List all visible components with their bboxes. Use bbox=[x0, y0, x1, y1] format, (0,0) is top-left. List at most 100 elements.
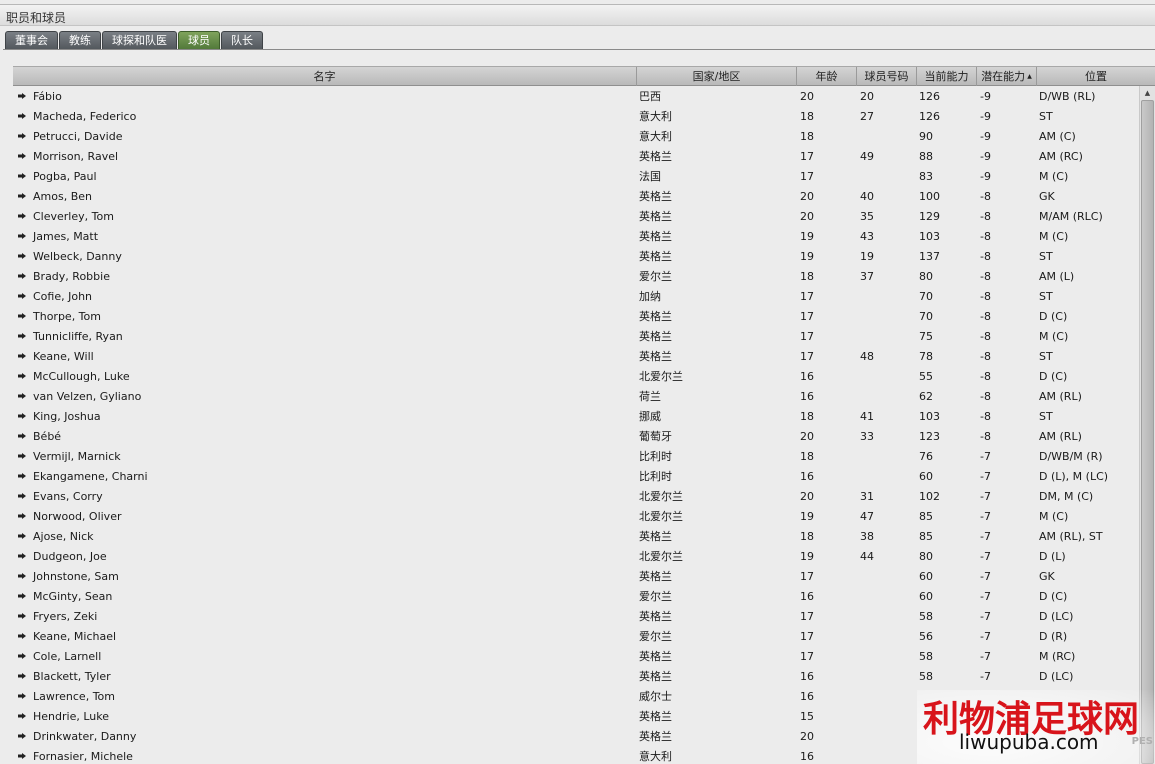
cell-player-name[interactable]: Keane, Michael bbox=[33, 626, 116, 646]
column-header-name[interactable]: 名字 bbox=[13, 67, 637, 86]
table-row[interactable]: Blackett, Tyler 英格兰 16 58 -7 D (LC) bbox=[13, 666, 1139, 686]
cell-potential-ability: -7 bbox=[980, 590, 991, 603]
cell-player-name[interactable]: Blackett, Tyler bbox=[33, 666, 111, 686]
cell-age: 19 bbox=[800, 250, 814, 263]
cell-current-ability: 85 bbox=[919, 510, 933, 523]
cell-player-name[interactable]: King, Joshua bbox=[33, 406, 101, 426]
column-header-current-ability[interactable]: 当前能力 bbox=[917, 67, 977, 86]
table-row[interactable]: Fábio 巴西 20 20 126 -9 D/WB (RL) bbox=[13, 86, 1139, 106]
table-row[interactable]: Ajose, Nick 英格兰 18 38 85 -7 AM (RL), ST bbox=[13, 526, 1139, 546]
table-row[interactable]: Welbeck, Danny 英格兰 19 19 137 -8 ST bbox=[13, 246, 1139, 266]
cell-age: 20 bbox=[800, 430, 814, 443]
cell-player-name[interactable]: Amos, Ben bbox=[33, 186, 92, 206]
table-row[interactable]: Cofie, John 加纳 17 70 -8 ST bbox=[13, 286, 1139, 306]
table-row[interactable]: James, Matt 英格兰 19 43 103 -8 M (C) bbox=[13, 226, 1139, 246]
table-row[interactable]: Morrison, Ravel 英格兰 17 49 88 -9 AM (RC) bbox=[13, 146, 1139, 166]
cell-player-name[interactable]: Brady, Robbie bbox=[33, 266, 110, 286]
cell-player-name[interactable]: McCullough, Luke bbox=[33, 366, 130, 386]
table-row[interactable]: Johnstone, Sam 英格兰 17 60 -7 GK bbox=[13, 566, 1139, 586]
cell-player-name[interactable]: Petrucci, Davide bbox=[33, 126, 123, 146]
cell-player-name[interactable]: Fryers, Zeki bbox=[33, 606, 97, 626]
cell-nation: 比利时 bbox=[639, 450, 672, 463]
table-row[interactable]: McCullough, Luke 北爱尔兰 16 55 -8 D (C) bbox=[13, 366, 1139, 386]
cell-player-name[interactable]: Tunnicliffe, Ryan bbox=[33, 326, 123, 346]
cell-player-name[interactable]: Ajose, Nick bbox=[33, 526, 94, 546]
column-header-squad-number[interactable]: 球员号码 bbox=[857, 67, 917, 86]
cell-player-name[interactable]: Cleverley, Tom bbox=[33, 206, 114, 226]
cell-player-name[interactable]: Drinkwater, Danny bbox=[33, 726, 136, 746]
vertical-scrollbar[interactable]: ▲ bbox=[1139, 86, 1155, 764]
table-row[interactable]: Brady, Robbie 爱尔兰 18 37 80 -8 AM (L) bbox=[13, 266, 1139, 286]
tab-players[interactable]: 球员 bbox=[178, 31, 220, 49]
cell-nation: 爱尔兰 bbox=[639, 270, 672, 283]
table-row[interactable]: Petrucci, Davide 意大利 18 90 -9 AM (C) bbox=[13, 126, 1139, 146]
scrollbar-thumb[interactable] bbox=[1141, 100, 1154, 764]
tab-board[interactable]: 董事会 bbox=[5, 31, 58, 49]
tab-captains[interactable]: 队长 bbox=[221, 31, 263, 49]
table-row[interactable]: Pogba, Paul 法国 17 83 -9 M (C) bbox=[13, 166, 1139, 186]
cell-player-name[interactable]: Welbeck, Danny bbox=[33, 246, 122, 266]
cell-potential-ability: -8 bbox=[980, 370, 991, 383]
cell-player-name[interactable]: Bébé bbox=[33, 426, 61, 446]
cell-player-name[interactable]: Dudgeon, Joe bbox=[33, 546, 107, 566]
table-row[interactable]: Fornasier, Michele 意大利 16 bbox=[13, 746, 1139, 764]
cell-player-name[interactable]: van Velzen, Gyliano bbox=[33, 386, 141, 406]
cell-player-name[interactable]: Johnstone, Sam bbox=[33, 566, 119, 586]
tab-coaches[interactable]: 教练 bbox=[59, 31, 101, 49]
tab-scouts-physios[interactable]: 球探和队医 bbox=[102, 31, 177, 49]
cell-player-name[interactable]: Norwood, Oliver bbox=[33, 506, 121, 526]
table-row[interactable]: Drinkwater, Danny 英格兰 20 bbox=[13, 726, 1139, 746]
cell-player-name[interactable]: Thorpe, Tom bbox=[33, 306, 101, 326]
table-row[interactable]: van Velzen, Gyliano 荷兰 16 62 -8 AM (RL) bbox=[13, 386, 1139, 406]
cell-player-name[interactable]: Keane, Will bbox=[33, 346, 94, 366]
scroll-up-arrow-icon[interactable]: ▲ bbox=[1140, 86, 1155, 100]
table-row[interactable]: Keane, Michael 爱尔兰 17 56 -7 D (R) bbox=[13, 626, 1139, 646]
cell-position: ST bbox=[1039, 110, 1053, 123]
cell-squad-number: 43 bbox=[860, 230, 874, 243]
cell-potential-ability: -8 bbox=[980, 210, 991, 223]
cell-player-name[interactable]: Cole, Larnell bbox=[33, 646, 101, 666]
column-header-position[interactable]: 位置 bbox=[1037, 67, 1155, 86]
column-header-potential-ability[interactable]: 潜在能力 ▲ bbox=[977, 67, 1037, 86]
cell-player-name[interactable]: James, Matt bbox=[33, 226, 98, 246]
cell-player-name[interactable]: Evans, Corry bbox=[33, 486, 103, 506]
cell-player-name[interactable]: Vermijl, Marnick bbox=[33, 446, 121, 466]
table-row[interactable]: Amos, Ben 英格兰 20 40 100 -8 GK bbox=[13, 186, 1139, 206]
table-row[interactable]: Tunnicliffe, Ryan 英格兰 17 75 -8 M (C) bbox=[13, 326, 1139, 346]
table-row[interactable]: Hendrie, Luke 英格兰 15 bbox=[13, 706, 1139, 726]
cell-player-name[interactable]: Lawrence, Tom bbox=[33, 686, 115, 706]
table-row[interactable]: Keane, Will 英格兰 17 48 78 -8 ST bbox=[13, 346, 1139, 366]
cell-nation: 挪威 bbox=[639, 410, 661, 423]
cell-player-name[interactable]: McGinty, Sean bbox=[33, 586, 112, 606]
table-row[interactable]: King, Joshua 挪威 18 41 103 -8 ST bbox=[13, 406, 1139, 426]
cell-player-name[interactable]: Hendrie, Luke bbox=[33, 706, 109, 726]
cell-player-name[interactable]: Fornasier, Michele bbox=[33, 746, 133, 764]
table-row[interactable]: Bébé 葡萄牙 20 33 123 -8 AM (RL) bbox=[13, 426, 1139, 446]
cell-player-name[interactable]: Pogba, Paul bbox=[33, 166, 97, 186]
cell-player-name[interactable]: Ekangamene, Charni bbox=[33, 466, 148, 486]
cell-player-name[interactable]: Morrison, Ravel bbox=[33, 146, 118, 166]
table-row[interactable]: McGinty, Sean 爱尔兰 16 60 -7 D (C) bbox=[13, 586, 1139, 606]
table-row[interactable]: Fryers, Zeki 英格兰 17 58 -7 D (LC) bbox=[13, 606, 1139, 626]
table-row[interactable]: Norwood, Oliver 北爱尔兰 19 47 85 -7 M (C) bbox=[13, 506, 1139, 526]
column-header-nation[interactable]: 国家/地区 bbox=[637, 67, 797, 86]
table-row[interactable]: Thorpe, Tom 英格兰 17 70 -8 D (C) bbox=[13, 306, 1139, 326]
cell-nation: 英格兰 bbox=[639, 610, 672, 623]
cell-player-name[interactable]: Macheda, Federico bbox=[33, 106, 136, 126]
table-row[interactable]: Cole, Larnell 英格兰 17 58 -7 M (RC) bbox=[13, 646, 1139, 666]
table-row[interactable]: Cleverley, Tom 英格兰 20 35 129 -8 M/AM (RLC) bbox=[13, 206, 1139, 226]
table-row[interactable]: Macheda, Federico 意大利 18 27 126 -9 ST bbox=[13, 106, 1139, 126]
player-bullet-icon bbox=[18, 193, 26, 199]
table-row[interactable]: Evans, Corry 北爱尔兰 20 31 102 -7 DM, M (C) bbox=[13, 486, 1139, 506]
player-bullet-icon bbox=[18, 373, 26, 379]
cell-nation: 英格兰 bbox=[639, 530, 672, 543]
table-row[interactable]: Vermijl, Marnick 比利时 18 76 -7 D/WB/M (R) bbox=[13, 446, 1139, 466]
cell-age: 19 bbox=[800, 550, 814, 563]
table-row[interactable]: Ekangamene, Charni 比利时 16 60 -7 D (L), M (LC) bbox=[13, 466, 1139, 486]
table-row[interactable]: Dudgeon, Joe 北爱尔兰 19 44 80 -7 D (L) bbox=[13, 546, 1139, 566]
cell-player-name[interactable]: Cofie, John bbox=[33, 286, 92, 306]
table-row[interactable]: Lawrence, Tom 威尔士 16 bbox=[13, 686, 1139, 706]
cell-player-name[interactable]: Fábio bbox=[33, 86, 62, 106]
cell-nation: 英格兰 bbox=[639, 250, 672, 263]
column-header-age[interactable]: 年龄 bbox=[797, 67, 857, 86]
